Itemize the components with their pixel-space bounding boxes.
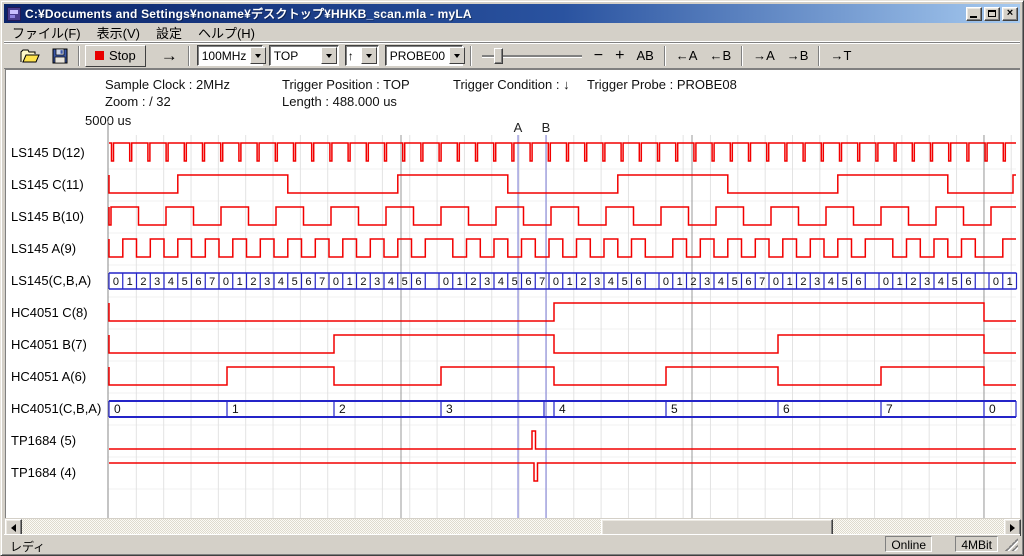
chevron-down-icon[interactable]: [361, 47, 377, 64]
scroll-left-icon: [7, 524, 16, 532]
chevron-down-icon[interactable]: [250, 47, 266, 64]
minimize-icon: [970, 16, 977, 18]
waveform-area[interactable]: [5, 69, 1020, 518]
resize-grip[interactable]: [1005, 538, 1018, 551]
stop-button[interactable]: Stop: [85, 45, 146, 67]
zoom-slider-thumb[interactable]: [494, 48, 503, 64]
app-window: C:¥Documents and Settings¥noname¥デスクトップ¥…: [0, 0, 1024, 556]
open-file-button[interactable]: [15, 45, 45, 67]
ab-range-button[interactable]: AB: [631, 45, 658, 67]
minimize-button[interactable]: [966, 7, 982, 21]
chevron-down-icon[interactable]: [321, 47, 337, 64]
goto-marker-b-button[interactable]: ←B: [704, 45, 736, 67]
zoom-out-button[interactable]: −: [589, 45, 608, 67]
trigger-edge-value: ↑: [346, 49, 361, 63]
sample-clock-value: 100MHz: [198, 49, 251, 63]
set-marker-b-button[interactable]: →B: [782, 45, 814, 67]
menu-item-2[interactable]: 設定: [148, 22, 190, 43]
run-arrow-icon: →: [161, 46, 178, 66]
stop-label: Stop: [109, 48, 136, 63]
zoom-in-button[interactable]: +: [610, 45, 629, 67]
menu-item-3[interactable]: ヘルプ(H): [190, 22, 263, 43]
sample-clock-combo[interactable]: 100MHz: [197, 45, 263, 66]
toolbar-separator: [78, 46, 80, 66]
trigger-position-combo[interactable]: TOP: [269, 45, 339, 66]
status-online-badge: Online: [885, 536, 932, 552]
trigger-probe-combo[interactable]: PROBE00: [385, 45, 463, 66]
goto-trigger-button[interactable]: →T: [825, 45, 856, 67]
toolbar-separator: [664, 46, 666, 66]
stop-icon: [95, 51, 104, 60]
zoom-slider[interactable]: [482, 46, 582, 66]
menu-bar: ファイル(F)表示(V)設定ヘルプ(H): [4, 23, 1020, 42]
floppy-disk-icon: [52, 48, 68, 64]
close-icon: ×: [1007, 8, 1013, 19]
trigger-probe-value: PROBE00: [386, 49, 449, 63]
scroll-right-icon: [1010, 524, 1019, 532]
save-button[interactable]: [47, 45, 73, 67]
toolbar-separator: [188, 46, 190, 66]
goto-marker-a-button[interactable]: ←A: [671, 45, 703, 67]
status-memory-badge: 4MBit: [955, 536, 998, 552]
app-icon: [7, 7, 21, 21]
trigger-edge-combo[interactable]: ↑: [345, 45, 379, 66]
window-title: C:¥Documents and Settings¥noname¥デスクトップ¥…: [25, 5, 964, 22]
open-folder-icon: [20, 48, 40, 64]
chevron-down-icon[interactable]: [449, 47, 465, 64]
status-bar: レディ Online 4MBit: [4, 534, 1020, 553]
toolbar: Stop → 100MHz TOP ↑ PROBE00 − + AB ←A: [4, 42, 1020, 69]
trigger-position-value: TOP: [270, 49, 321, 63]
toolbar-separator: [470, 46, 472, 66]
maximize-button[interactable]: [984, 7, 1000, 21]
toolbar-separator: [818, 46, 820, 66]
run-button[interactable]: →: [156, 45, 183, 67]
set-marker-a-button[interactable]: →A: [748, 45, 780, 67]
title-bar[interactable]: C:¥Documents and Settings¥noname¥デスクトップ¥…: [4, 4, 1020, 23]
close-button[interactable]: ×: [1002, 7, 1018, 21]
menu-item-1[interactable]: 表示(V): [89, 22, 148, 43]
maximize-icon: [988, 10, 996, 17]
toolbar-separator: [741, 46, 743, 66]
status-ready-text: レディ: [10, 538, 45, 555]
menu-item-0[interactable]: ファイル(F): [4, 22, 89, 43]
